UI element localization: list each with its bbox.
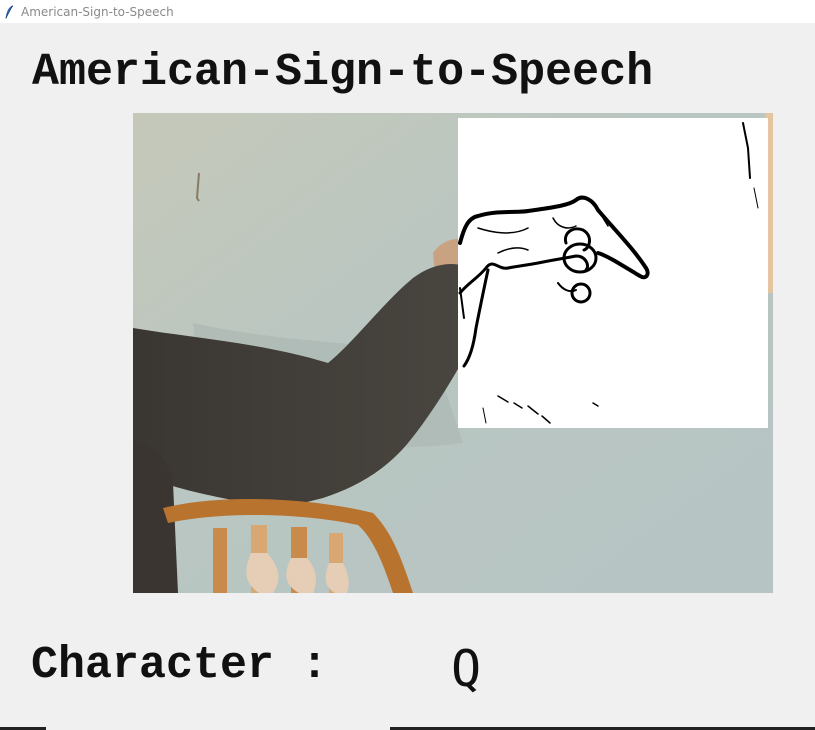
window-title: American-Sign-to-Speech	[21, 4, 174, 19]
app-heading: American-Sign-to-Speech	[32, 47, 654, 98]
character-label: Character :	[31, 640, 329, 691]
predicted-character: Q	[451, 640, 482, 698]
camera-feed	[133, 113, 773, 593]
window-titlebar[interactable]: American-Sign-to-Speech	[0, 0, 815, 23]
hand-roi-threshold	[458, 118, 768, 428]
feather-icon	[4, 4, 16, 19]
